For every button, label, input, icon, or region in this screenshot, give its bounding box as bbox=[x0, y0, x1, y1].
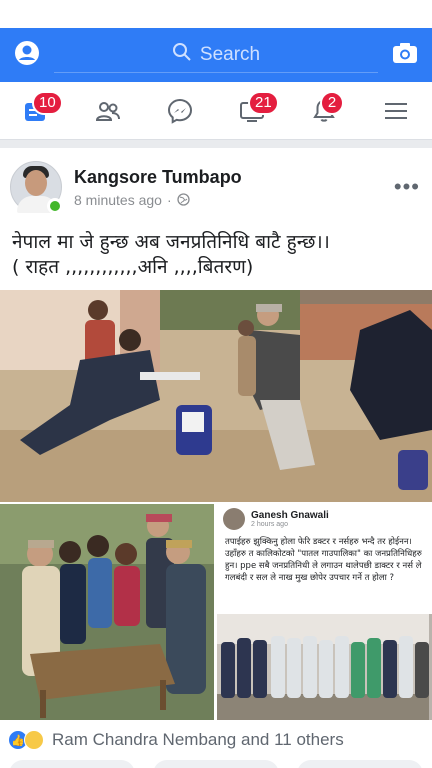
post-text-line-2: ( राहत ,,,,,,,,,,,,अनि ,,,,बितरण) bbox=[12, 256, 254, 278]
profile-icon[interactable] bbox=[14, 40, 40, 71]
online-status-dot bbox=[47, 198, 63, 214]
shared-post-header: Ganesh Gnawali 2 hours ago bbox=[217, 504, 432, 534]
post-meta: Kangsore Tumbapo 8 minutes ago · bbox=[74, 167, 394, 208]
search-bar: Search bbox=[0, 28, 432, 82]
reactions-bar[interactable]: 👍 Ram Chandra Nembang and 11 others bbox=[8, 724, 424, 756]
more-options-icon[interactable]: ••• bbox=[394, 174, 420, 200]
distribution-scene-image bbox=[0, 290, 432, 502]
post-photo-bed[interactable] bbox=[0, 504, 214, 720]
bed-handover-image bbox=[0, 504, 214, 720]
search-input[interactable]: Search bbox=[54, 37, 378, 73]
shared-post-avatar bbox=[223, 508, 245, 530]
news-feed-badge: 10 bbox=[32, 90, 63, 115]
ppe-group-image bbox=[217, 614, 429, 720]
shared-post-photo bbox=[217, 614, 432, 720]
watch-badge: 21 bbox=[248, 90, 279, 115]
avatar[interactable] bbox=[10, 161, 63, 214]
post-time-row: 8 minutes ago · bbox=[74, 192, 394, 208]
reactions-summary[interactable]: Ram Chandra Nembang and 11 others bbox=[52, 730, 344, 750]
post-text: नेपाल मा जे हुन्छ अब जनप्रतिनिधि बाटै हु… bbox=[0, 216, 432, 288]
share-button[interactable] bbox=[297, 760, 423, 768]
feed-post: Kangsore Tumbapo 8 minutes ago · ••• नेप… bbox=[0, 148, 432, 768]
post-actions bbox=[0, 760, 432, 768]
post-photo-screenshot[interactable]: Ganesh Gnawali 2 hours ago तपाईहरु झुक्क… bbox=[217, 504, 432, 720]
reaction-icons: 👍 bbox=[8, 730, 44, 750]
notifications-badge: 2 bbox=[320, 90, 344, 115]
camera-icon[interactable] bbox=[392, 42, 418, 69]
tab-menu[interactable] bbox=[376, 91, 416, 131]
post-photo-row: Ganesh Gnawali 2 hours ago तपाईहरु झुक्क… bbox=[0, 504, 432, 720]
haha-reaction-icon bbox=[24, 730, 44, 750]
tab-watch[interactable]: 21 bbox=[232, 90, 279, 131]
tab-notifications[interactable]: 2 bbox=[304, 90, 344, 131]
shared-post-time: 2 hours ago bbox=[251, 521, 288, 528]
tab-friends[interactable] bbox=[88, 91, 128, 131]
search-placeholder: Search bbox=[199, 43, 261, 65]
shared-post-text: तपाईहरु झुक्किनु होला फेरि डक्टर र नर्सह… bbox=[225, 537, 422, 583]
top-nav: 10 21 2 bbox=[0, 82, 432, 140]
tab-news-feed[interactable]: 10 bbox=[16, 90, 63, 131]
post-photo-main[interactable] bbox=[0, 290, 432, 502]
post-header: Kangsore Tumbapo 8 minutes ago · ••• bbox=[0, 148, 432, 216]
globe-icon bbox=[176, 193, 190, 206]
post-time[interactable]: 8 minutes ago bbox=[74, 192, 162, 208]
comment-button[interactable] bbox=[153, 760, 279, 768]
messenger-icon bbox=[167, 98, 193, 124]
menu-icon bbox=[385, 102, 407, 119]
post-author[interactable]: Kangsore Tumbapo bbox=[74, 167, 394, 188]
like-button[interactable] bbox=[9, 760, 135, 768]
search-icon bbox=[172, 42, 192, 68]
post-text-line-1: नेपाल मा जे हुन्छ अब जनप्रतिनिधि बाटै हु… bbox=[12, 231, 330, 253]
status-bar bbox=[0, 0, 432, 28]
shared-post-author: Ganesh Gnawali bbox=[251, 510, 329, 521]
tab-messenger[interactable] bbox=[160, 91, 200, 131]
friends-icon bbox=[95, 101, 120, 121]
